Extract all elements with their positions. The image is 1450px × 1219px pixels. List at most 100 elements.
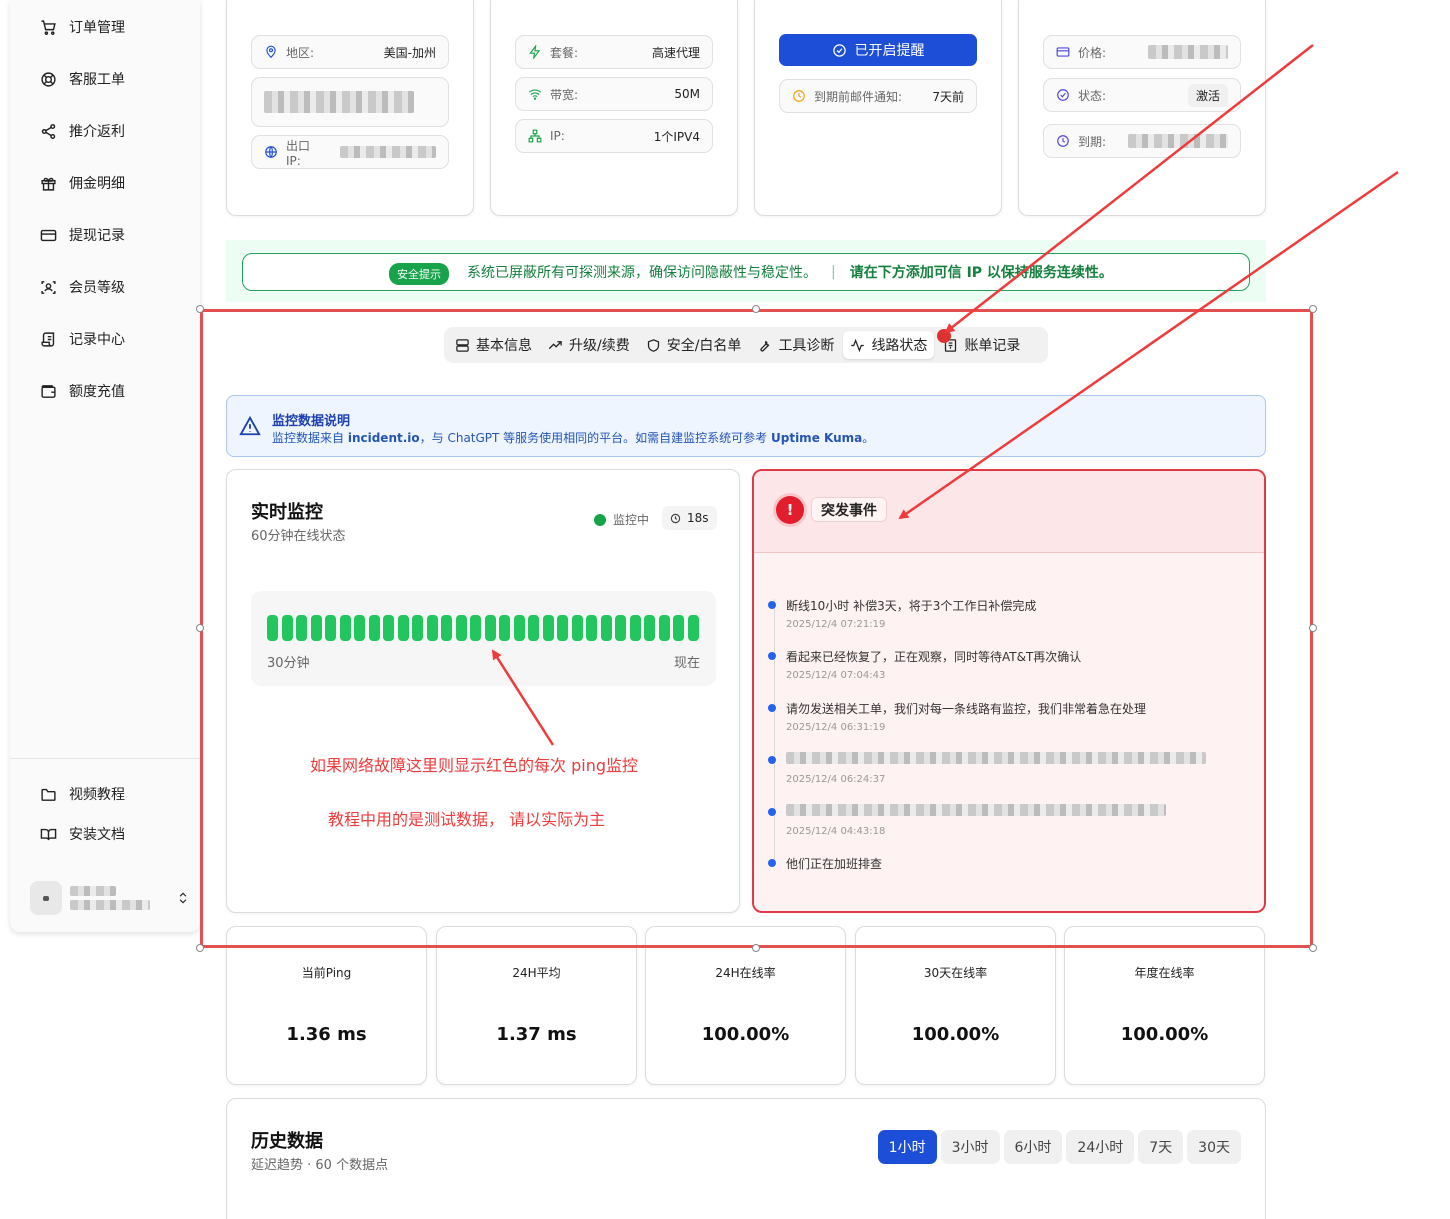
email-notice-value: 7天前 xyxy=(932,89,964,104)
user-menu[interactable] xyxy=(30,880,190,916)
share-icon xyxy=(41,123,56,139)
sidebar-item-label: 记录中心 xyxy=(69,332,125,348)
sidebar-item-video-tutorial[interactable]: 视频教程 xyxy=(40,780,125,808)
stat-label: 24H在线率 xyxy=(715,966,776,980)
exit-ip-label: 出口 IP: xyxy=(286,138,311,168)
range-button-1h[interactable]: 1小时 xyxy=(877,1130,937,1164)
status-pill: 状态: 激活 xyxy=(1043,78,1241,112)
sidebar-item-tickets[interactable]: 客服工单 xyxy=(40,65,125,93)
cart-icon xyxy=(41,19,56,35)
annotation-selection-box xyxy=(200,309,1313,948)
range-button-24h[interactable]: 24小时 xyxy=(1066,1130,1135,1164)
reminder-enabled-button[interactable]: 已开启提醒 xyxy=(779,34,977,66)
range-button-3h[interactable]: 3小时 xyxy=(940,1130,1000,1164)
ip-label: IP: xyxy=(550,129,565,143)
package-value: 高速代理 xyxy=(651,45,700,60)
lifebuoy-icon xyxy=(41,71,56,87)
range-button-6h[interactable]: 6小时 xyxy=(1003,1130,1063,1164)
resize-handle xyxy=(196,305,204,313)
range-button-7d[interactable]: 7天 xyxy=(1138,1130,1184,1164)
resize-handle xyxy=(196,624,204,632)
globe-icon xyxy=(265,146,277,158)
email-notice-pill: 到期前邮件通知: 7天前 xyxy=(779,79,977,113)
status-label: 状态: xyxy=(1078,88,1107,103)
folder-icon xyxy=(41,788,56,801)
stat-24h-average: 24H平均 1.37 ms xyxy=(436,926,637,1085)
region-value: 美国-加州 xyxy=(383,45,436,60)
sidebar-item-label: 额度充值 xyxy=(69,384,125,400)
map-pin-icon xyxy=(266,45,276,59)
sidebar-item-label: 提现记录 xyxy=(69,228,125,244)
zap-icon xyxy=(529,45,541,59)
bandwidth-pill: 带宽: 50M xyxy=(515,77,713,111)
range-button-30d[interactable]: 30天 xyxy=(1187,1130,1241,1164)
location-card: 地区: 美国-加州 出口 IP: xyxy=(226,0,474,216)
resize-handle xyxy=(1309,305,1317,313)
bandwidth-label: 带宽: xyxy=(550,87,579,102)
package-label: 套餐: xyxy=(550,45,579,60)
price-label: 价格: xyxy=(1078,45,1107,60)
sidebar-item-label: 安装文档 xyxy=(69,827,125,843)
book-icon xyxy=(40,828,57,840)
history-card: 历史数据 延迟趋势 · 60 个数据点 1小时 3小时 6小时 24小时 7天 … xyxy=(226,1098,1266,1219)
stat-label: 30天在线率 xyxy=(923,966,988,980)
region-label: 地区: xyxy=(286,45,315,60)
ip-value: 1个IPV4 xyxy=(653,129,700,144)
sidebar-item-label: 佣金明细 xyxy=(69,176,125,192)
history-subtitle: 延迟趋势 · 60 个数据点 xyxy=(251,1158,389,1173)
email-notice-label: 到期前邮件通知: xyxy=(814,89,903,104)
sidebar: 订单管理 客服工单 推介返利 佣金明细 提现记录 会员等级 记录中心 额度充值 … xyxy=(10,0,200,932)
stat-value: 1.36 ms xyxy=(286,1024,367,1045)
redacted-pill xyxy=(251,77,449,127)
reminder-button-label: 已开启提醒 xyxy=(854,43,925,59)
package-pill: 套餐: 高速代理 xyxy=(515,35,713,69)
sidebar-item-orders[interactable]: 订单管理 xyxy=(40,13,125,41)
expiry-label: 到期: xyxy=(1078,134,1107,149)
sidebar-item-recharge[interactable]: 额度充值 xyxy=(40,377,125,405)
sidebar-item-label: 会员等级 xyxy=(69,280,125,296)
sidebar-item-label: 视频教程 xyxy=(69,787,125,803)
region-pill: 地区: 美国-加州 xyxy=(251,35,449,69)
sidebar-item-commission[interactable]: 佣金明细 xyxy=(40,169,125,197)
scroll-icon xyxy=(41,331,55,347)
wallet-icon xyxy=(41,384,56,398)
resize-handle xyxy=(752,944,760,952)
sidebar-item-label: 推介返利 xyxy=(69,124,125,140)
stat-value: 100.00% xyxy=(911,1024,1000,1045)
stat-value: 100.00% xyxy=(701,1024,790,1045)
sidebar-item-membership[interactable]: 会员等级 xyxy=(40,273,125,301)
history-title: 历史数据 xyxy=(251,1131,323,1152)
stat-value: 1.37 ms xyxy=(496,1024,577,1045)
stat-current-ping: 当前Ping 1.36 ms xyxy=(226,926,427,1085)
security-bar: 安全提示 系统已屏蔽所有可探测来源，确保访问隐蔽性与稳定性。 | 请在下方添加可… xyxy=(242,253,1250,291)
avatar xyxy=(30,881,62,915)
sidebar-item-label: 订单管理 xyxy=(69,20,125,36)
sidebar-item-withdrawals[interactable]: 提现记录 xyxy=(40,221,125,249)
resize-handle xyxy=(1309,944,1317,952)
network-icon xyxy=(528,129,542,143)
stat-label: 24H平均 xyxy=(512,966,561,980)
credit-card-icon xyxy=(40,229,57,241)
security-badge: 安全提示 xyxy=(389,263,449,285)
plan-card: 套餐: 高速代理 带宽: 50M IP: 1个IPV4 xyxy=(490,0,738,216)
security-text: 系统已屏蔽所有可探测来源，确保访问隐蔽性与稳定性。 xyxy=(467,265,817,281)
status-badge: 激活 xyxy=(1187,83,1228,107)
sidebar-item-label: 客服工单 xyxy=(69,72,125,88)
user-info-redacted xyxy=(70,886,150,910)
resize-handle xyxy=(1309,624,1317,632)
stat-30d-uptime: 30天在线率 100.00% xyxy=(855,926,1056,1085)
credit-card-icon xyxy=(1056,47,1070,57)
sidebar-divider xyxy=(10,758,200,759)
sidebar-item-records[interactable]: 记录中心 xyxy=(40,325,125,353)
reminder-card: 已开启提醒 到期前邮件通知: 7天前 xyxy=(754,0,1002,216)
stat-24h-uptime: 24H在线率 100.00% xyxy=(645,926,846,1085)
wifi-icon xyxy=(528,89,542,100)
security-separator: | xyxy=(831,264,836,280)
check-circle-icon xyxy=(1057,89,1069,101)
stat-label: 年度在线率 xyxy=(1134,966,1195,980)
sidebar-item-install-docs[interactable]: 安装文档 xyxy=(40,820,125,848)
sidebar-item-referral[interactable]: 推介返利 xyxy=(40,117,125,145)
exit-ip-pill: 出口 IP: xyxy=(251,135,449,169)
clock-icon xyxy=(1057,135,1069,147)
price-pill: 价格: xyxy=(1043,35,1241,69)
